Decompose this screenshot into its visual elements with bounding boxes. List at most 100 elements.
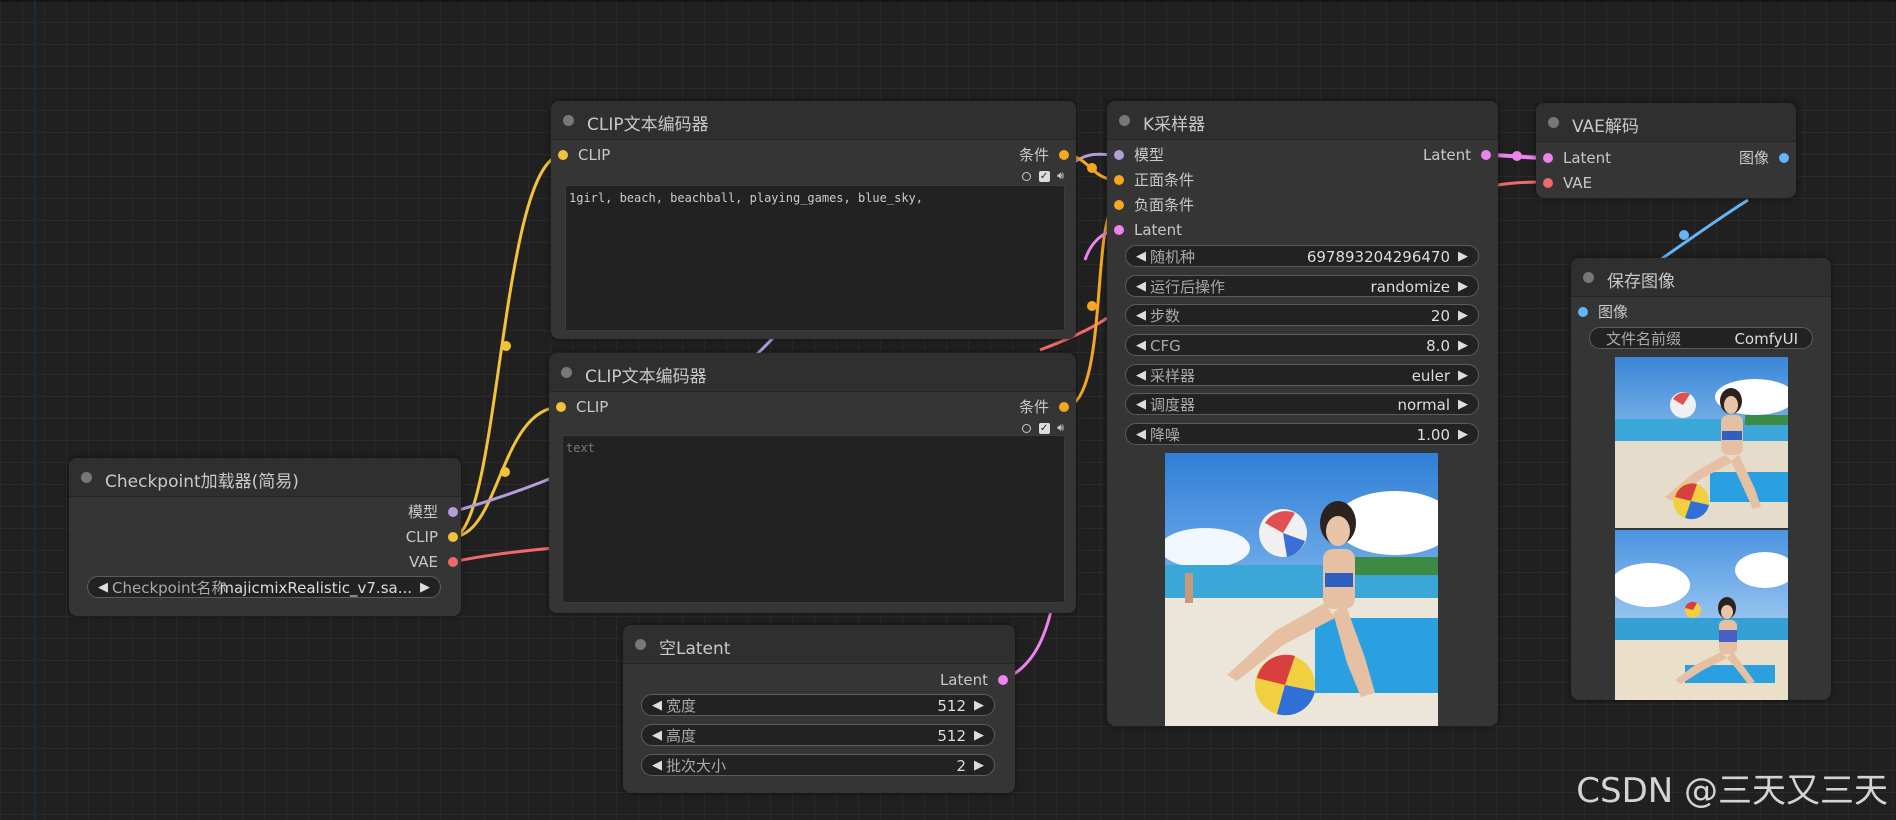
ksampler-node[interactable]: K采样器 模型 正面条件 负面条件 Latent Latent ◀ 随机种 69…: [1107, 101, 1498, 726]
output-image[interactable]: 图像: [1739, 148, 1789, 168]
slot-dot-icon[interactable]: [1114, 225, 1124, 235]
clip-text-encoder-positive-node[interactable]: CLIP文本编码器 CLIP 条件 ✓ 🔊︎ 1girl, beach, bea…: [551, 101, 1076, 339]
collapse-dot-icon[interactable]: [1548, 117, 1559, 128]
speaker-icon[interactable]: 🔊︎: [1057, 169, 1064, 183]
output-model[interactable]: 模型: [408, 502, 458, 522]
collapse-dot-icon[interactable]: [1119, 115, 1130, 126]
text-toggles[interactable]: ✓ 🔊︎: [1018, 169, 1064, 183]
slot-dot-icon[interactable]: [1114, 200, 1124, 210]
input-vae[interactable]: VAE: [1543, 173, 1592, 193]
arrow-right-icon[interactable]: ▶: [416, 577, 434, 599]
output-vae[interactable]: VAE: [409, 552, 458, 572]
output-latent[interactable]: Latent: [940, 670, 1008, 690]
sampler-widget[interactable]: ◀ 采样器 euler ▶: [1125, 364, 1479, 386]
arrow-right-icon[interactable]: ▶: [1454, 276, 1472, 298]
empty-latent-node[interactable]: 空Latent Latent ◀ 宽度 512 ▶ ◀ 高度 512 ▶ ◀ 批…: [623, 625, 1015, 793]
output-latent[interactable]: Latent: [1423, 145, 1491, 165]
arrow-left-icon[interactable]: ◀: [1132, 365, 1150, 387]
prompt-textarea[interactable]: 1girl, beach, beachball, playing_games, …: [565, 185, 1065, 331]
node-title-bar[interactable]: VAE解码: [1536, 103, 1796, 142]
arrow-left-icon[interactable]: ◀: [1132, 305, 1150, 327]
arrow-left-icon[interactable]: ◀: [648, 695, 666, 717]
arrow-right-icon[interactable]: ▶: [1454, 246, 1472, 268]
widget-label: 批次大小: [666, 757, 727, 775]
speaker-icon[interactable]: 🔊︎: [1057, 421, 1064, 435]
slot-dot-icon[interactable]: [998, 675, 1008, 685]
checkpoint-loader-node[interactable]: Checkpoint加载器(简易) 模型 CLIP VAE ◀ Checkpoi…: [69, 458, 461, 616]
width-widget[interactable]: ◀ 宽度 512 ▶: [641, 694, 995, 716]
arrow-left-icon[interactable]: ◀: [1132, 394, 1150, 416]
denoise-widget[interactable]: ◀ 降噪 1.00 ▶: [1125, 423, 1479, 445]
input-negative[interactable]: 负面条件: [1114, 195, 1194, 215]
node-title-bar[interactable]: K采样器: [1107, 101, 1498, 140]
arrow-right-icon[interactable]: ▶: [1454, 424, 1472, 446]
clip-text-encoder-negative-node[interactable]: CLIP文本编码器 CLIP 条件 ✓ 🔊︎ text: [549, 353, 1076, 613]
collapse-dot-icon[interactable]: [1583, 272, 1594, 283]
filename-prefix-widget[interactable]: 文件名前缀 ComfyUI: [1589, 327, 1813, 349]
node-title-bar[interactable]: 空Latent: [623, 625, 1015, 664]
node-title-bar[interactable]: Checkpoint加载器(简易): [69, 458, 461, 497]
slot-dot-icon[interactable]: [1543, 178, 1553, 188]
node-title-bar[interactable]: 保存图像: [1571, 258, 1831, 297]
output-conditioning[interactable]: 条件: [1019, 145, 1069, 165]
scheduler-widget[interactable]: ◀ 调度器 normal ▶: [1125, 393, 1479, 415]
slot-dot-icon[interactable]: [1114, 150, 1124, 160]
arrow-right-icon[interactable]: ▶: [1454, 365, 1472, 387]
slot-dot-icon[interactable]: [1114, 175, 1124, 185]
input-latent[interactable]: Latent: [1114, 220, 1182, 240]
checkbox-icon[interactable]: ✓: [1038, 170, 1050, 182]
input-latent[interactable]: Latent: [1543, 148, 1611, 168]
collapse-dot-icon[interactable]: [635, 639, 646, 650]
vae-decode-node[interactable]: VAE解码 Latent VAE 图像: [1536, 103, 1796, 198]
batch-size-widget[interactable]: ◀ 批次大小 2 ▶: [641, 754, 995, 776]
input-image[interactable]: 图像: [1578, 302, 1628, 322]
input-positive[interactable]: 正面条件: [1114, 170, 1194, 190]
input-clip[interactable]: CLIP: [556, 397, 608, 417]
control-after-generate-widget[interactable]: ◀ 运行后操作 randomize ▶: [1125, 275, 1479, 297]
arrow-right-icon[interactable]: ▶: [1454, 305, 1472, 327]
cfg-widget[interactable]: ◀ CFG 8.0 ▶: [1125, 334, 1479, 356]
slot-dot-icon[interactable]: [556, 402, 566, 412]
slot-dot-icon[interactable]: [1059, 402, 1069, 412]
radio-icon[interactable]: [1022, 171, 1032, 181]
arrow-right-icon[interactable]: ▶: [970, 725, 988, 747]
arrow-right-icon[interactable]: ▶: [970, 755, 988, 777]
output-clip[interactable]: CLIP: [406, 527, 458, 547]
slot-dot-icon[interactable]: [448, 532, 458, 542]
collapse-dot-icon[interactable]: [81, 472, 92, 483]
arrow-left-icon[interactable]: ◀: [648, 755, 666, 777]
node-title-bar[interactable]: CLIP文本编码器: [551, 101, 1076, 140]
seed-widget[interactable]: ◀ 随机种 697893204296470 ▶: [1125, 245, 1479, 267]
checkpoint-name-combo[interactable]: ◀ Checkpoint名称 majicmixRealistic_v7.sa..…: [87, 576, 441, 598]
arrow-left-icon[interactable]: ◀: [1132, 424, 1150, 446]
collapse-dot-icon[interactable]: [561, 367, 572, 378]
radio-icon[interactable]: [1022, 423, 1032, 433]
arrow-left-icon[interactable]: ◀: [94, 577, 112, 599]
arrow-right-icon[interactable]: ▶: [1454, 394, 1472, 416]
slot-dot-icon[interactable]: [1481, 150, 1491, 160]
slot-dot-icon[interactable]: [1779, 153, 1789, 163]
output-conditioning[interactable]: 条件: [1019, 397, 1069, 417]
arrow-left-icon[interactable]: ◀: [1132, 276, 1150, 298]
prompt-textarea[interactable]: text: [562, 435, 1065, 603]
slot-dot-icon[interactable]: [1543, 153, 1553, 163]
input-model[interactable]: 模型: [1114, 145, 1164, 165]
slot-dot-icon[interactable]: [448, 507, 458, 517]
text-toggles[interactable]: ✓ 🔊︎: [1018, 421, 1064, 435]
arrow-left-icon[interactable]: ◀: [1132, 246, 1150, 268]
arrow-right-icon[interactable]: ▶: [970, 695, 988, 717]
slot-dot-icon[interactable]: [448, 557, 458, 567]
slot-dot-icon[interactable]: [1578, 307, 1588, 317]
arrow-left-icon[interactable]: ◀: [648, 725, 666, 747]
slot-dot-icon[interactable]: [558, 150, 568, 160]
node-title-bar[interactable]: CLIP文本编码器: [549, 353, 1076, 392]
height-widget[interactable]: ◀ 高度 512 ▶: [641, 724, 995, 746]
arrow-right-icon[interactable]: ▶: [1454, 335, 1472, 357]
slot-dot-icon[interactable]: [1059, 150, 1069, 160]
steps-widget[interactable]: ◀ 步数 20 ▶: [1125, 304, 1479, 326]
save-image-node[interactable]: 保存图像 图像 文件名前缀 ComfyUI: [1571, 258, 1831, 700]
checkbox-icon[interactable]: ✓: [1038, 422, 1050, 434]
collapse-dot-icon[interactable]: [563, 115, 574, 126]
input-clip[interactable]: CLIP: [558, 145, 610, 165]
arrow-left-icon[interactable]: ◀: [1132, 335, 1150, 357]
